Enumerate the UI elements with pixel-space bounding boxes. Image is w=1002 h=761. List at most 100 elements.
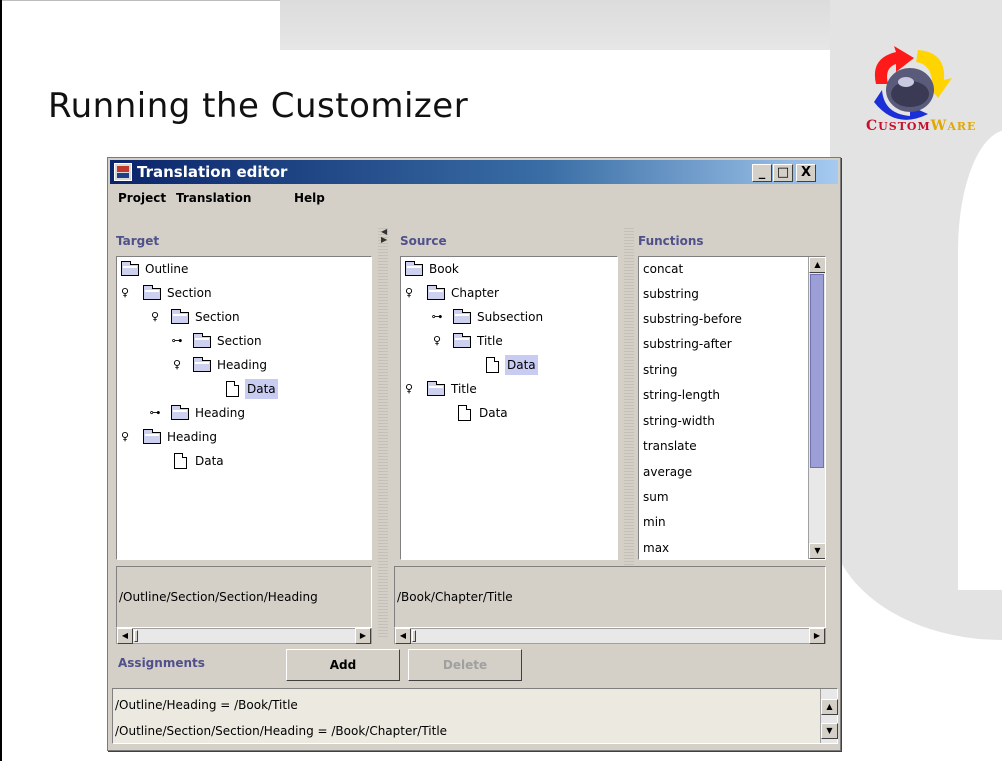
node-collapsed-icon[interactable]: ⊶ xyxy=(171,331,183,351)
scroll-down-icon[interactable]: ▼ xyxy=(809,543,825,559)
target-header: Target xyxy=(116,234,160,248)
minimize-icon: _ xyxy=(758,165,766,180)
folder-icon xyxy=(143,429,161,444)
folder-icon xyxy=(121,261,139,276)
customware-logo: CUSTOMWARE xyxy=(866,46,996,142)
list-item[interactable]: string-width xyxy=(643,411,715,431)
assignments-scrollbar[interactable]: ▲ ▼ xyxy=(820,689,838,743)
target-horizontal-scrollbar[interactable]: ◀ ▶ xyxy=(116,628,372,644)
logo-graphic xyxy=(874,46,952,120)
list-item[interactable]: substring xyxy=(643,284,699,304)
source-tree[interactable]: Book ♀ Chapter ⊶ Subsection ♀ Title Data… xyxy=(400,256,618,560)
logo-text: CUSTOMWARE xyxy=(866,118,1002,134)
document-icon xyxy=(174,453,187,469)
source-header: Source xyxy=(400,234,447,248)
list-item[interactable]: max xyxy=(643,538,669,558)
scroll-left-icon[interactable]: ◀ xyxy=(395,628,411,644)
folder-icon xyxy=(405,261,423,276)
folder-icon xyxy=(171,405,189,420)
list-item[interactable]: /Outline/Section/Section/Heading = /Book… xyxy=(115,721,447,741)
tree-node-label: Heading xyxy=(167,430,217,444)
scroll-down-icon[interactable]: ▼ xyxy=(821,723,838,739)
slide-left-border xyxy=(0,0,2,761)
add-button[interactable]: Add xyxy=(286,649,400,681)
list-item[interactable]: min xyxy=(643,512,666,532)
list-item[interactable]: string xyxy=(643,360,677,380)
source-path-field: /Book/Chapter/Title xyxy=(394,566,826,628)
minimize-button[interactable]: _ xyxy=(752,164,772,182)
window-titlebar[interactable]: Translation editor _ □ X xyxy=(110,160,838,184)
list-item[interactable]: sum xyxy=(643,487,669,507)
tree-node-label: Data xyxy=(505,355,538,375)
tree-node-label: Outline xyxy=(145,262,189,276)
tree-node-label: Subsection xyxy=(477,310,544,324)
folder-icon xyxy=(427,285,445,300)
logo-text-first: CUSTOM xyxy=(866,118,931,134)
functions-scrollbar[interactable]: ▲ ▼ xyxy=(808,257,825,559)
tree-node-label: Heading xyxy=(217,358,267,372)
maximize-icon: □ xyxy=(776,165,790,180)
node-expanded-icon[interactable]: ♀ xyxy=(171,355,183,375)
functions-header: Functions xyxy=(638,234,704,248)
node-expanded-icon[interactable]: ♀ xyxy=(403,283,415,303)
assignments-label: Assignments xyxy=(118,656,205,670)
scroll-thumb[interactable] xyxy=(810,274,824,468)
list-item[interactable]: translate xyxy=(643,436,697,456)
scroll-thumb[interactable] xyxy=(412,630,416,642)
folder-icon xyxy=(427,381,445,396)
list-item[interactable]: average xyxy=(643,462,692,482)
scroll-left-icon[interactable]: ◀ xyxy=(117,628,133,644)
node-collapsed-icon[interactable]: ⊶ xyxy=(431,307,443,327)
source-horizontal-scrollbar[interactable]: ◀ ▶ xyxy=(394,628,826,644)
document-icon xyxy=(458,405,471,421)
tree-node-label: Data xyxy=(479,406,508,420)
node-collapsed-icon[interactable]: ⊶ xyxy=(149,403,161,423)
list-item[interactable]: string-length xyxy=(643,385,720,405)
list-item[interactable]: substring-before xyxy=(643,309,742,329)
tree-node-label: Section xyxy=(167,286,212,300)
list-item[interactable]: substring-after xyxy=(643,334,732,354)
folder-icon xyxy=(171,309,189,324)
tree-node-label: Chapter xyxy=(451,286,499,300)
close-button[interactable]: X xyxy=(796,164,816,182)
slide-decorative-curve-inner xyxy=(958,130,1002,590)
splitter-arrows-icon[interactable]: ◀ ▶ xyxy=(381,228,387,244)
tree-node-label: Section xyxy=(217,334,262,348)
assignments-list[interactable]: /Outline/Heading = /Book/Title /Outline/… xyxy=(112,688,838,744)
folder-icon xyxy=(453,309,471,324)
close-icon: X xyxy=(800,165,812,180)
menu-help[interactable]: Help xyxy=(294,191,325,205)
app-icon xyxy=(114,163,132,181)
node-expanded-icon[interactable]: ♀ xyxy=(149,307,161,327)
folder-icon xyxy=(193,357,211,372)
target-tree[interactable]: Outline ♀ Section ♀ Section ⊶ Section ♀ … xyxy=(116,256,372,560)
node-expanded-icon[interactable]: ♀ xyxy=(403,379,415,399)
document-icon xyxy=(486,357,499,373)
tree-node-label: Data xyxy=(245,379,278,399)
functions-list[interactable]: concat substring substring-before substr… xyxy=(638,256,826,560)
node-expanded-icon[interactable]: ♀ xyxy=(119,427,131,447)
list-item[interactable]: /Outline/Heading = /Book/Title xyxy=(115,695,298,715)
tree-node-label: Heading xyxy=(195,406,245,420)
scroll-up-icon[interactable]: ▲ xyxy=(821,699,838,715)
document-icon xyxy=(226,381,239,397)
node-expanded-icon[interactable]: ♀ xyxy=(119,283,131,303)
tree-node-label: Section xyxy=(195,310,240,324)
scroll-thumb[interactable] xyxy=(134,630,138,642)
scroll-right-icon[interactable]: ▶ xyxy=(355,628,371,644)
delete-button[interactable]: Delete xyxy=(408,649,522,681)
folder-icon xyxy=(453,333,471,348)
menu-translation[interactable]: Translation xyxy=(176,191,251,205)
window-title: Translation editor xyxy=(137,163,288,181)
scroll-right-icon[interactable]: ▶ xyxy=(809,628,825,644)
tree-node-label: Data xyxy=(195,454,224,468)
node-expanded-icon[interactable]: ♀ xyxy=(431,331,443,351)
list-item[interactable]: concat xyxy=(643,259,683,279)
maximize-button[interactable]: □ xyxy=(773,164,793,182)
tree-node-label: Title xyxy=(451,382,477,396)
menu-project[interactable]: Project xyxy=(118,191,166,205)
scroll-up-icon[interactable]: ▲ xyxy=(809,257,825,273)
folder-icon xyxy=(193,333,211,348)
splitter-target-source[interactable] xyxy=(378,228,388,638)
tree-node-label: Book xyxy=(429,262,459,276)
